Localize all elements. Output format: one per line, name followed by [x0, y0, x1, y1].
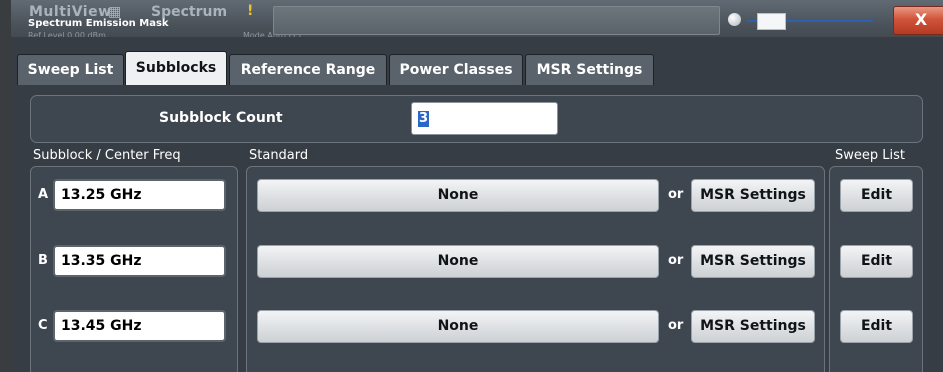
subblock-count-value: 3	[418, 111, 430, 127]
subblocks-page: Subblock Count 3 Subblock / Center Freq …	[11, 85, 943, 372]
msr-settings-button-b[interactable]: MSR Settings	[691, 245, 815, 278]
tab-subblocks[interactable]: Subblocks	[125, 51, 227, 85]
standard-button-a[interactable]: None	[257, 179, 659, 212]
or-label-a: or	[668, 187, 684, 202]
tab-sweep-list[interactable]: Sweep List	[17, 54, 124, 85]
tab-reference-range[interactable]: Reference Range	[229, 54, 387, 85]
window-border	[0, 0, 11, 372]
subblock-count-input[interactable]: 3	[411, 102, 558, 135]
msr-settings-button-c[interactable]: MSR Settings	[691, 310, 815, 343]
subblock-letter-c: C	[38, 318, 48, 333]
dialog-title: Spectrum Emission Mask	[28, 18, 169, 29]
edit-button-c[interactable]: Edit	[840, 310, 913, 343]
edit-button-b[interactable]: Edit	[840, 245, 913, 278]
edit-button-a[interactable]: Edit	[840, 179, 913, 212]
dialog-window: MultiView ▦ Spectrum ! Spectrum Emission…	[0, 0, 943, 372]
subblock-letter-a: A	[38, 187, 49, 202]
standard-header: Standard	[249, 148, 309, 163]
subblock-count-label: Subblock Count	[159, 110, 283, 126]
transparency-icon	[728, 13, 741, 26]
center-freq-field-a[interactable]: 13.25 GHz	[53, 179, 226, 211]
or-label-c: or	[668, 318, 684, 333]
title-bar[interactable]: MultiView ▦ Spectrum ! Spectrum Emission…	[11, 0, 943, 40]
sweep-list-header: Sweep List	[835, 148, 905, 163]
tab-power-classes[interactable]: Power Classes	[389, 54, 523, 85]
close-button[interactable]: X	[893, 6, 943, 35]
warning-icon: !	[247, 3, 254, 19]
tab-msr-settings[interactable]: MSR Settings	[525, 54, 654, 85]
msr-settings-button-a[interactable]: MSR Settings	[691, 179, 815, 212]
center-freq-field-b[interactable]: 13.35 GHz	[53, 245, 226, 277]
or-label-b: or	[668, 253, 684, 268]
subblock-letter-b: B	[38, 253, 48, 268]
center-freq-field-c[interactable]: 13.45 GHz	[53, 310, 226, 342]
title-bar-field	[273, 6, 720, 35]
center-freq-header: Subblock / Center Freq	[33, 148, 181, 163]
standard-button-b[interactable]: None	[257, 245, 659, 278]
standard-button-c[interactable]: None	[257, 310, 659, 343]
subblock-count-panel: Subblock Count 3	[30, 95, 923, 143]
transparency-slider-thumb[interactable]	[757, 13, 786, 30]
tab-strip: Sweep List Subblocks Reference Range Pow…	[11, 37, 943, 85]
